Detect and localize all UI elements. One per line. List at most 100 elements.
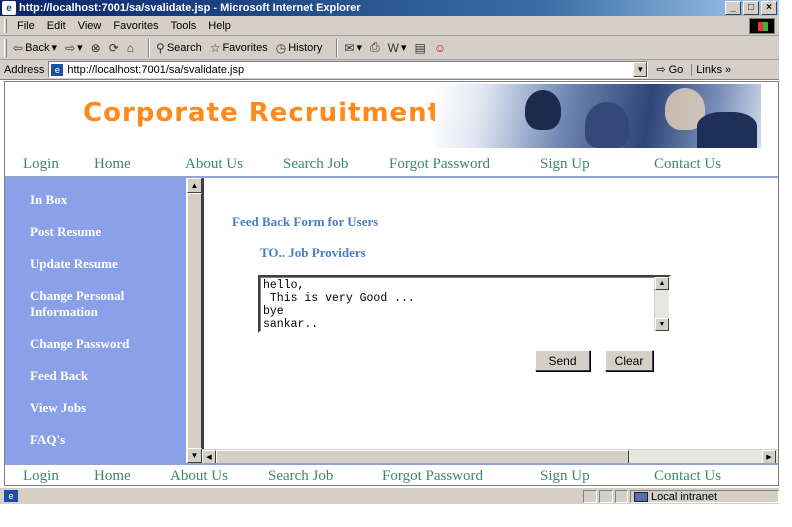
refresh-button[interactable]: ⟳ xyxy=(109,41,119,55)
outer-margin xyxy=(779,0,792,527)
sidebar-item-faqs[interactable]: FAQ's xyxy=(30,432,180,448)
mail-button[interactable]: ✉ ▾ xyxy=(344,41,362,55)
page-icon: e xyxy=(51,63,64,76)
nav-home[interactable]: Home xyxy=(94,156,131,173)
messenger-icon: ☺ xyxy=(433,40,447,55)
address-input[interactable]: e http://localhost:7001/sa/svalidate.jsp… xyxy=(48,61,649,78)
nav-about-us[interactable]: About Us xyxy=(185,156,243,173)
home-button[interactable]: ⌂ xyxy=(127,41,134,55)
nav-home[interactable]: Home xyxy=(94,468,131,485)
word-edit-icon: W xyxy=(387,40,399,55)
scroll-down-icon[interactable]: ▼ xyxy=(187,448,202,463)
mail-dropdown-icon: ▾ xyxy=(356,42,363,54)
banner-photo xyxy=(435,84,761,148)
sidebar-item-view-jobs[interactable]: View Jobs xyxy=(30,400,180,416)
menu-tools[interactable]: Tools xyxy=(167,20,205,32)
scroll-up-icon[interactable]: ▲ xyxy=(655,277,669,290)
toolbar-separator xyxy=(148,38,151,57)
top-nav: Login Home About Us Search Job Forgot Pa… xyxy=(5,152,778,176)
nav-forgot-password[interactable]: Forgot Password xyxy=(389,156,490,173)
nav-search-job[interactable]: Search Job xyxy=(283,156,348,173)
edit-button[interactable]: W ▾ xyxy=(388,41,407,55)
go-button[interactable]: ⇨ Go xyxy=(656,63,683,77)
site-banner: Corporate Recruitment System xyxy=(5,82,778,152)
window-titlebar: e http://localhost:7001/sa/svalidate.jsp… xyxy=(0,0,779,16)
minimize-button[interactable]: _ xyxy=(725,1,741,15)
nav-contact-us[interactable]: Contact Us xyxy=(654,156,721,173)
web-page: Corporate Recruitment System Login Home … xyxy=(4,81,779,486)
scroll-left-icon[interactable]: ◀ xyxy=(202,450,216,464)
sidebar-item-change-personal-information[interactable]: Change Personal Information xyxy=(30,288,180,320)
send-button[interactable]: Send xyxy=(535,350,590,371)
status-cell xyxy=(583,490,597,503)
print-button[interactable]: ⎙ xyxy=(370,40,380,55)
favorites-icon: ☆ xyxy=(209,40,221,55)
sidebar-item-inbox[interactable]: In Box xyxy=(30,192,180,208)
menu-bar: File Edit View Favorites Tools Help xyxy=(0,16,779,36)
nav-sign-up[interactable]: Sign Up xyxy=(540,156,590,173)
sidebar-scrollbar[interactable]: ▲ ▼ xyxy=(186,178,202,463)
scroll-up-icon[interactable]: ▲ xyxy=(187,178,202,193)
history-button[interactable]: ◷ History xyxy=(276,41,323,55)
edit-dropdown-icon: ▾ xyxy=(400,42,407,54)
form-title: Feed Back Form for Users xyxy=(232,214,379,229)
chevron-right-icon: » xyxy=(725,63,732,76)
address-url: http://localhost:7001/sa/svalidate.jsp xyxy=(67,63,245,76)
menu-view[interactable]: View xyxy=(74,20,110,32)
close-button[interactable]: × xyxy=(761,1,777,15)
sidebar-item-update-resume[interactable]: Update Resume xyxy=(30,256,180,272)
clear-button[interactable]: Clear xyxy=(605,350,653,371)
menu-grip xyxy=(4,18,7,33)
nav-contact-us[interactable]: Contact Us xyxy=(654,468,721,485)
maximize-button[interactable]: □ xyxy=(743,1,759,15)
forward-dropdown-icon: ▾ xyxy=(77,42,83,54)
sidebar-item-post-resume[interactable]: Post Resume xyxy=(30,224,180,240)
sidebar-menu: In Box Post Resume Update Resume Change … xyxy=(5,178,186,463)
scroll-thumb[interactable] xyxy=(187,193,202,449)
security-zone: Local intranet xyxy=(630,490,779,503)
nav-login[interactable]: Login xyxy=(23,468,59,485)
recipient-label: TO.. Job Providers xyxy=(260,245,366,260)
horizontal-scrollbar[interactable]: ◀ ▶ xyxy=(202,449,778,464)
discuss-icon: ▤ xyxy=(414,40,426,55)
forward-arrow-icon: ⇨ xyxy=(65,40,76,55)
messenger-button[interactable]: ☺ xyxy=(434,41,446,55)
nav-about-us[interactable]: About Us xyxy=(170,468,228,485)
nav-sign-up[interactable]: Sign Up xyxy=(540,468,590,485)
scroll-thumb[interactable] xyxy=(216,450,629,464)
toolbar-separator xyxy=(336,38,339,57)
page-status-icon: e xyxy=(4,490,18,502)
back-button[interactable]: ⇦ Back ▾ xyxy=(13,41,57,55)
favorites-button[interactable]: ☆ Favorites xyxy=(210,41,268,55)
sidebar-item-change-password[interactable]: Change Password xyxy=(30,336,180,352)
main-content: Feed Back Form for Users TO.. Job Provid… xyxy=(202,178,778,463)
nav-login[interactable]: Login xyxy=(23,156,59,173)
feedback-textarea[interactable]: hello, This is very Good ... bye sankar.… xyxy=(258,275,671,333)
nav-forgot-password[interactable]: Forgot Password xyxy=(382,468,483,485)
mail-icon: ✉ xyxy=(344,40,355,55)
menu-file[interactable]: File xyxy=(13,20,43,32)
menu-favorites[interactable]: Favorites xyxy=(109,20,166,32)
address-label: Address xyxy=(4,63,45,76)
links-button[interactable]: Links » xyxy=(691,63,732,76)
scroll-down-icon[interactable]: ▼ xyxy=(655,318,669,331)
address-dropdown-icon[interactable]: ▼ xyxy=(633,62,648,77)
refresh-icon: ⟳ xyxy=(108,40,119,55)
nav-search-job[interactable]: Search Job xyxy=(268,468,333,485)
back-arrow-icon: ⇦ xyxy=(13,40,24,55)
print-icon: ⎙ xyxy=(370,40,380,54)
scroll-right-icon[interactable]: ▶ xyxy=(762,450,776,464)
menu-edit[interactable]: Edit xyxy=(43,20,74,32)
discuss-button[interactable]: ▤ xyxy=(414,41,425,55)
stop-button[interactable]: ⊗ xyxy=(91,41,101,55)
textarea-scrollbar[interactable]: ▲ ▼ xyxy=(654,277,669,331)
home-icon: ⌂ xyxy=(126,40,135,55)
search-button[interactable]: ⚲ Search xyxy=(156,41,202,55)
search-icon: ⚲ xyxy=(156,40,165,55)
intranet-icon xyxy=(634,491,648,502)
menu-help[interactable]: Help xyxy=(204,20,239,32)
sidebar-item-feed-back[interactable]: Feed Back xyxy=(30,368,180,384)
stop-icon: ⊗ xyxy=(90,40,101,55)
forward-button[interactable]: ⇨ ▾ xyxy=(65,41,83,55)
feedback-text: hello, This is very Good ... bye sankar.… xyxy=(263,279,415,331)
